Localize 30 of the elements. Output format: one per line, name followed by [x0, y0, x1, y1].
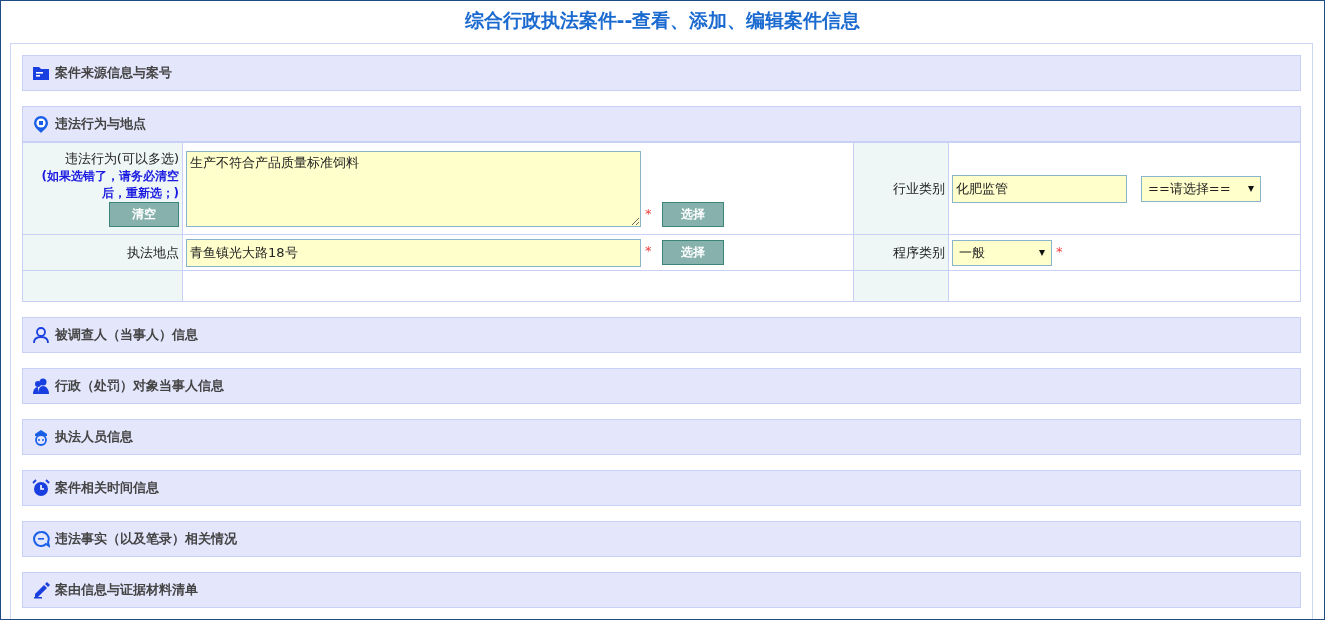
people-icon: [32, 377, 50, 395]
textarea-field[interactable]: 生产不符合产品质量标准饲料: [186, 150, 641, 227]
required-mark: *: [1056, 243, 1063, 259]
text-field[interactable]: 青鱼镇光大路18号: [186, 238, 641, 267]
section-header[interactable]: 执法人员信息: [22, 419, 1301, 455]
folder-icon: [32, 64, 50, 82]
chat-bubble-icon: [32, 530, 50, 548]
section-header[interactable]: 案件相关时间信息: [22, 470, 1301, 506]
officer-icon: [32, 428, 50, 446]
section-header[interactable]: 违法行为与地点: [22, 106, 1301, 142]
required-mark: *: [645, 205, 652, 221]
pencil-icon: [32, 581, 50, 599]
hint-text: (如果选错了，请务必清空后，重新选；): [40, 168, 179, 202]
field-label: 违法行为(可以多选): [64, 150, 179, 168]
section-header[interactable]: 行政（处罚）对象当事人信息: [22, 368, 1301, 404]
page-title: 综合行政执法案件--查看、添加、编辑案件信息: [463, 8, 862, 33]
section-header[interactable]: 案由信息与证据材料清单: [22, 572, 1301, 608]
text-field[interactable]: 化肥监管: [952, 174, 1127, 203]
location-pin-icon: [32, 115, 50, 133]
dropdown[interactable]: ==请选择==: [1141, 175, 1261, 202]
field-label: 程序类别: [893, 244, 945, 260]
field-label: 行业类别: [893, 180, 945, 196]
section-header[interactable]: 被调查人（当事人）信息: [22, 317, 1301, 353]
field-label: 执法地点: [127, 244, 179, 260]
section-header[interactable]: 违法事实（以及笔录）相关情况: [22, 521, 1301, 557]
person-icon: [32, 326, 50, 344]
alarm-clock-icon: [32, 479, 50, 497]
dropdown[interactable]: 一般: [952, 239, 1052, 266]
required-mark: *: [645, 242, 652, 258]
section-header[interactable]: 案件来源信息与案号: [22, 55, 1301, 91]
